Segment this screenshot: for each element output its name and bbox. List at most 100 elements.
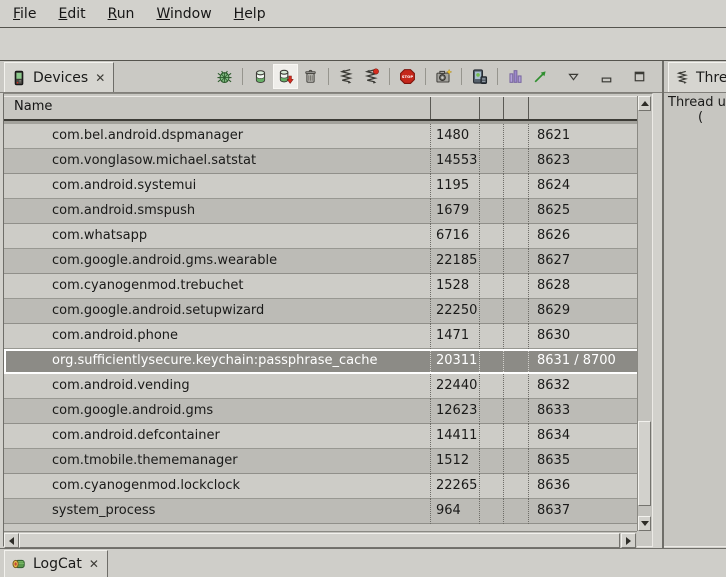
c4-cell xyxy=(503,424,528,449)
name-cell: com.android.systemui xyxy=(4,174,430,199)
toolbar-separator xyxy=(497,68,498,85)
c3-cell xyxy=(479,324,503,349)
table-row[interactable]: com.bel.android.dspmanager14808621 xyxy=(4,124,637,149)
devices-tab-close-icon[interactable]: ✕ xyxy=(95,71,105,85)
vertical-scroll-thumb[interactable] xyxy=(638,421,651,506)
table-row[interactable]: com.android.vending224408632 xyxy=(4,374,637,399)
name-cell: com.google.android.setupwizard xyxy=(4,299,430,324)
threads-tab-label: Threa xyxy=(696,70,726,86)
menu-item-edit[interactable]: Edit xyxy=(47,6,96,22)
c4-cell xyxy=(503,174,528,199)
maximize-view-button[interactable] xyxy=(628,65,651,88)
table-row[interactable]: com.vonglasow.michael.satstat145538623 xyxy=(4,149,637,174)
devices-tab[interactable]: Devices ✕ xyxy=(4,62,114,92)
scroll-down-button[interactable] xyxy=(638,516,651,531)
stop-process-button[interactable] xyxy=(396,65,419,88)
port-cell: 8627 xyxy=(528,249,637,274)
table-row[interactable]: com.google.android.gms126238633 xyxy=(4,399,637,424)
toolbar-separator xyxy=(389,68,390,85)
cause-gc-button[interactable] xyxy=(299,65,322,88)
table-row[interactable]: system_process9648637 xyxy=(4,499,637,524)
method-profiling-bars-button[interactable] xyxy=(504,65,527,88)
threads-tab[interactable]: Threa xyxy=(668,62,726,92)
heap-icon xyxy=(252,68,269,85)
name-cell: com.bel.android.dspmanager xyxy=(4,124,430,149)
toolbar-separator xyxy=(328,68,329,85)
table-row[interactable]: com.android.defcontainer144118634 xyxy=(4,424,637,449)
name-cell: system_process xyxy=(4,499,430,524)
menu-item-help[interactable]: Help xyxy=(223,6,277,22)
device-table-body: com.bel.android.dspmanager14808621com.vo… xyxy=(4,121,637,531)
minimize-view-button[interactable] xyxy=(595,65,618,88)
menu-bar: FileEditRunWindowHelp xyxy=(0,0,726,28)
c4-cell xyxy=(503,124,528,149)
table-row[interactable]: org.sufficientlysecure.keychain:passphra… xyxy=(4,349,637,374)
show-thread-updates-button[interactable] xyxy=(335,65,358,88)
threads-tab-bar: Threa xyxy=(664,61,726,93)
pid-cell: 1512 xyxy=(430,449,479,474)
pid-cell: 14411 xyxy=(430,424,479,449)
name-cell: com.android.vending xyxy=(4,374,430,399)
c3-cell xyxy=(479,449,503,474)
port-cell: 8634 xyxy=(528,424,637,449)
pid-cell: 1471 xyxy=(430,324,479,349)
table-row[interactable]: com.whatsapp67168626 xyxy=(4,224,637,249)
table-row[interactable]: com.android.phone14718630 xyxy=(4,324,637,349)
c3-cell xyxy=(479,351,503,372)
c4-cell xyxy=(503,224,528,249)
show-heap-updates-button[interactable] xyxy=(249,65,272,88)
debug-icon xyxy=(216,68,233,85)
pid-cell: 22265 xyxy=(430,474,479,499)
dump-hprof-button[interactable] xyxy=(274,65,297,88)
name-cell: com.cyanogenmod.lockclock xyxy=(4,474,430,499)
column-header-4[interactable] xyxy=(528,97,637,119)
c3-cell xyxy=(479,299,503,324)
toolbar-separator xyxy=(242,68,243,85)
table-row[interactable]: com.android.smspush16798625 xyxy=(4,199,637,224)
name-cell: com.google.android.gms.wearable xyxy=(4,249,430,274)
start-method-profiling-button[interactable] xyxy=(529,65,552,88)
name-cell: com.android.phone xyxy=(4,324,430,349)
menu-item-window[interactable]: Window xyxy=(145,6,222,22)
port-cell: 8632 xyxy=(528,374,637,399)
c3-cell xyxy=(479,374,503,399)
device-table: Name com.bel.android.dspmanager14808621c… xyxy=(3,93,653,547)
column-header-1[interactable] xyxy=(430,97,479,119)
horizontal-scroll-thumb[interactable] xyxy=(19,533,620,548)
logcat-tab-close-icon[interactable]: ✕ xyxy=(89,557,99,571)
toolbar-separator xyxy=(461,68,462,85)
table-row[interactable]: com.google.android.gms.wearable221858627 xyxy=(4,249,637,274)
logcat-tab[interactable]: LogCat ✕ xyxy=(4,550,108,577)
scroll-left-button[interactable] xyxy=(4,533,19,548)
table-row[interactable]: com.cyanogenmod.lockclock222658636 xyxy=(4,474,637,499)
table-row[interactable]: com.cyanogenmod.trebuchet15288628 xyxy=(4,274,637,299)
threads-message-line1: Thread up xyxy=(668,95,726,110)
device-table-header: Name xyxy=(4,96,637,121)
horizontal-scrollbar[interactable] xyxy=(4,531,637,548)
menu-item-run[interactable]: Run xyxy=(97,6,146,22)
scroll-up-button[interactable] xyxy=(638,96,651,111)
camera-icon xyxy=(435,68,452,85)
screen-record-button[interactable] xyxy=(468,65,491,88)
table-row[interactable]: com.android.systemui11958624 xyxy=(4,174,637,199)
gc-icon xyxy=(302,68,319,85)
c4-cell xyxy=(503,149,528,174)
update-threads-button[interactable] xyxy=(360,65,383,88)
logcat-tab-label: LogCat xyxy=(33,556,82,572)
view-menu-button[interactable] xyxy=(562,65,585,88)
threads-icon xyxy=(675,70,690,85)
c3-cell xyxy=(479,174,503,199)
column-header-2[interactable] xyxy=(479,97,503,119)
debug-button[interactable] xyxy=(213,65,236,88)
vertical-scrollbar[interactable] xyxy=(637,96,652,531)
table-row[interactable]: com.google.android.setupwizard222508629 xyxy=(4,299,637,324)
right-arrow-icon xyxy=(626,537,635,545)
scroll-right-button[interactable] xyxy=(621,533,636,548)
menu-item-file[interactable]: File xyxy=(2,6,47,22)
screen-capture-button[interactable] xyxy=(432,65,455,88)
column-header-name[interactable]: Name xyxy=(4,97,430,119)
c3-cell xyxy=(479,224,503,249)
table-row[interactable]: com.tmobile.thememanager15128635 xyxy=(4,449,637,474)
port-cell: 8628 xyxy=(528,274,637,299)
column-header-3[interactable] xyxy=(503,97,528,119)
